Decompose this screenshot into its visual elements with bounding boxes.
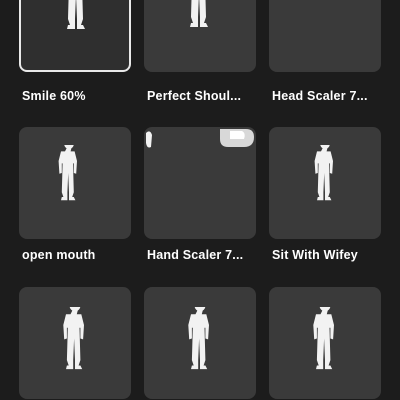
avatar-figure-icon <box>67 0 85 29</box>
emote-label: Hand Scaler 7... <box>147 248 244 262</box>
emote-thumbnail-selected[interactable] <box>19 0 131 72</box>
emote-card[interactable] <box>19 287 131 399</box>
avatar-figure-icon <box>188 307 209 370</box>
avatar-figure-icon <box>58 145 77 201</box>
hand-pieces-icon <box>146 129 254 148</box>
avatar-figure-icon <box>63 307 84 370</box>
emote-card-hand-scaler[interactable]: Hand Scaler 7... <box>144 127 256 267</box>
emote-thumbnail[interactable] <box>269 287 381 399</box>
emote-label: Perfect Shoul... <box>147 89 242 103</box>
emote-thumbnail[interactable] <box>269 0 381 72</box>
emote-label: Sit With Wifey <box>272 248 358 262</box>
avatar-figure-icon <box>314 145 333 201</box>
avatar-figure-icon <box>313 307 334 370</box>
emote-label: open mouth <box>22 248 96 262</box>
emote-card-open-mouth[interactable]: open mouth <box>19 127 131 267</box>
emote-card-smile-60[interactable]: Smile 60% <box>19 0 131 120</box>
emote-thumbnail[interactable] <box>269 127 381 239</box>
emote-card-perfect-shoulders[interactable]: Perfect Shoul... <box>144 0 256 120</box>
emote-card[interactable] <box>269 287 381 399</box>
emote-thumbnail[interactable] <box>19 127 131 239</box>
emote-label: Smile 60% <box>22 89 86 103</box>
emote-thumbnail[interactable] <box>19 287 131 399</box>
emote-grid: Smile 60% Perfect Shoul... Head Scaler 7… <box>0 0 400 400</box>
emote-card-sit-with-wifey[interactable]: Sit With Wifey <box>269 127 381 267</box>
emote-thumbnail[interactable] <box>144 0 256 72</box>
emote-thumbnail[interactable] <box>144 287 256 399</box>
emote-label: Head Scaler 7... <box>272 89 368 103</box>
emote-card-head-scaler[interactable]: Head Scaler 7... <box>269 0 381 120</box>
emote-card[interactable] <box>144 287 256 399</box>
avatar-figure-icon <box>190 0 208 27</box>
emote-thumbnail[interactable] <box>144 127 256 239</box>
